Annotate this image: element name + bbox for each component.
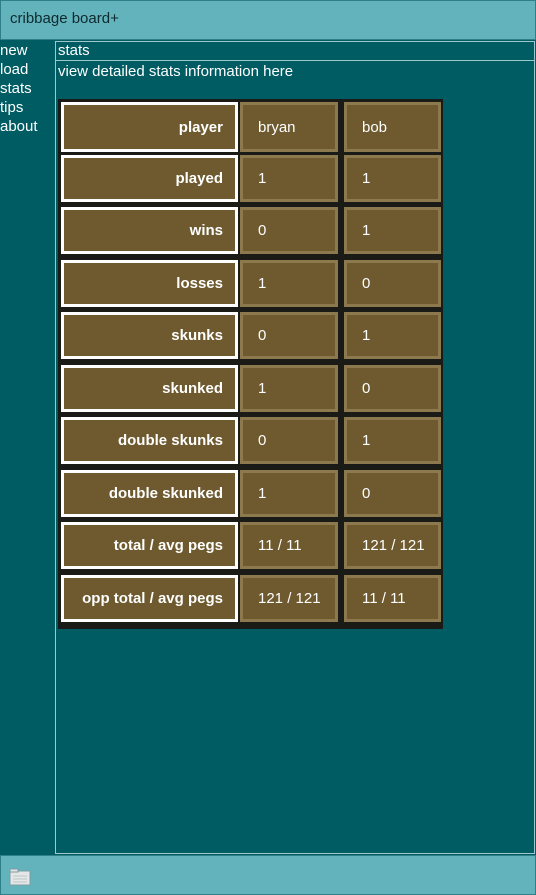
- nav-item-stats[interactable]: stats: [0, 79, 54, 98]
- stats-header-row: player bryan bob: [58, 99, 443, 152]
- stat-value-player1: 11 / 11: [240, 522, 338, 569]
- stat-label: double skunks: [61, 417, 238, 464]
- stat-value-player1: 1: [240, 364, 338, 412]
- player2-name: bob: [344, 102, 441, 152]
- stats-row: double skunked 1 0: [58, 467, 443, 520]
- header-label: player: [61, 102, 238, 152]
- stat-label: skunked: [61, 364, 238, 412]
- stats-row: opp total / avg pegs 121 / 121 11 / 11: [58, 572, 443, 625]
- stat-label: skunks: [61, 312, 238, 359]
- page-subtitle: view detailed stats information here: [58, 63, 294, 80]
- stat-label: total / avg pegs: [61, 522, 238, 569]
- stats-row: played 1 1: [58, 152, 443, 205]
- nav-item-new[interactable]: new: [0, 41, 54, 60]
- nav-item-about[interactable]: about: [0, 117, 54, 136]
- stat-value-player2: 11 / 11: [344, 574, 441, 622]
- nav-item-tips[interactable]: tips: [0, 98, 54, 117]
- app-title: cribbage board+: [10, 10, 119, 27]
- stat-value-player1: 0: [240, 417, 338, 464]
- nav-item-load[interactable]: load: [0, 60, 54, 79]
- stats-row: skunked 1 0: [58, 362, 443, 415]
- top-bar: cribbage board+: [0, 0, 536, 40]
- content-panel: stats view detailed stats information he…: [55, 41, 535, 854]
- bottom-bar: [0, 855, 536, 895]
- stats-row: double skunks 0 1: [58, 414, 443, 467]
- stat-label: losses: [61, 259, 238, 307]
- app-root: cribbage board+ new load stats tips abou…: [0, 0, 536, 895]
- stat-value-player2: 0: [344, 364, 441, 412]
- player1-name: bryan: [240, 102, 338, 152]
- stat-value-player1: 1: [240, 154, 338, 202]
- folder-icon[interactable]: [9, 868, 31, 886]
- stat-value-player2: 1: [344, 417, 441, 464]
- stats-row: total / avg pegs 11 / 11 121 / 121: [58, 519, 443, 572]
- stat-value-player1: 1: [240, 469, 338, 517]
- stat-label: opp total / avg pegs: [61, 574, 238, 622]
- stat-value-player2: 1: [344, 154, 441, 202]
- stat-value-player2: 1: [344, 312, 441, 359]
- stat-label: wins: [61, 207, 238, 254]
- stat-value-player1: 121 / 121: [240, 574, 338, 622]
- stats-row: losses 1 0: [58, 257, 443, 310]
- stat-label: played: [61, 154, 238, 202]
- nav-menu: new load stats tips about: [0, 41, 54, 136]
- stat-value-player1: 0: [240, 207, 338, 254]
- stat-value-player2: 0: [344, 259, 441, 307]
- stat-value-player1: 1: [240, 259, 338, 307]
- stat-label: double skunked: [61, 469, 238, 517]
- page-title: stats: [56, 42, 534, 61]
- stats-row: wins 0 1: [58, 204, 443, 257]
- stats-row: skunks 0 1: [58, 309, 443, 362]
- stat-value-player2: 0: [344, 469, 441, 517]
- stat-value-player2: 1: [344, 207, 441, 254]
- stat-value-player2: 121 / 121: [344, 522, 441, 569]
- stats-table: player bryan bob played 1 1 wins 0 1 losses 1 0 s…: [58, 99, 443, 629]
- stat-value-player1: 0: [240, 312, 338, 359]
